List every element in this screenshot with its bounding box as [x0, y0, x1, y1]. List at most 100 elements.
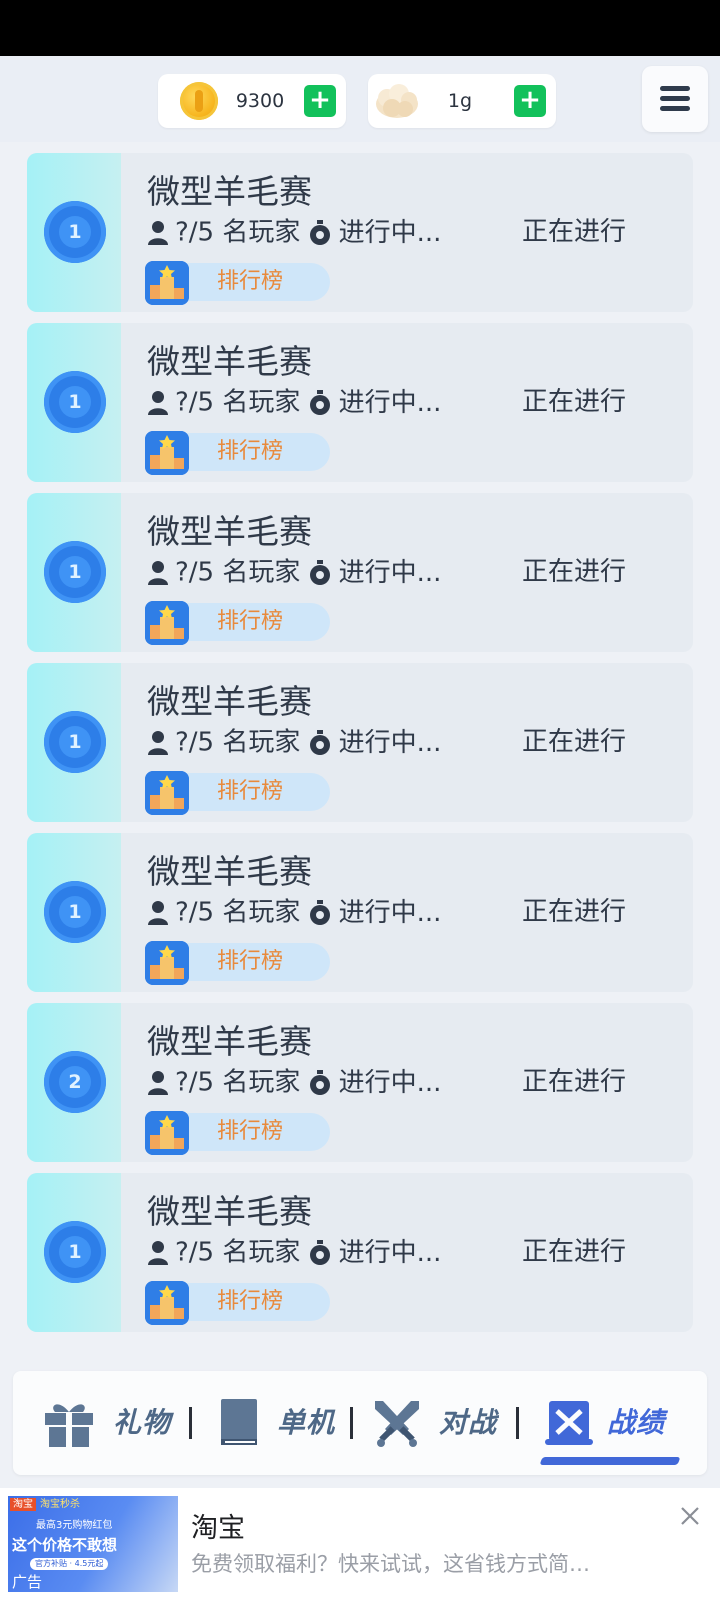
match-card[interactable]: 1 微型羊毛赛 ?/5 名玩家 进行中... 正在进行 排行榜 — [27, 493, 693, 652]
player-count: ?/5 名玩家 — [175, 897, 301, 928]
match-card[interactable]: 1 微型羊毛赛 ?/5 名玩家 进行中... 正在进行 排行榜 — [27, 153, 693, 312]
nav-divider — [350, 1407, 353, 1439]
match-status: 正在进行 — [522, 387, 627, 417]
rank-number: 2 — [59, 1066, 91, 1098]
rank-badge: 1 — [44, 371, 106, 433]
ad-image-small-text: 最高3元购物红包 — [36, 1520, 113, 1531]
match-meta: ?/5 名玩家 进行中... — [147, 555, 441, 589]
wool-counter: 1g + — [368, 74, 556, 128]
nav-item-battle[interactable]: 对战 — [365, 1371, 515, 1475]
hamburger-menu-icon — [660, 86, 690, 91]
leaderboard-button[interactable]: 排行榜 — [145, 941, 330, 985]
match-status: 正在进行 — [522, 897, 627, 927]
leaderboard-label: 排行榜 — [217, 439, 284, 464]
rank-badge: 1 — [44, 881, 106, 943]
match-card[interactable]: 1 微型羊毛赛 ?/5 名玩家 进行中... 正在进行 排行榜 — [27, 663, 693, 822]
player-count: ?/5 名玩家 — [175, 387, 301, 418]
podium-icon — [145, 431, 189, 475]
match-title: 微型羊毛赛 — [147, 342, 312, 381]
leaderboard-button[interactable]: 排行榜 — [145, 431, 330, 475]
leaderboard-label: 排行榜 — [217, 269, 284, 294]
match-meta: ?/5 名玩家 进行中... — [147, 895, 441, 929]
match-meta: ?/5 名玩家 进行中... — [147, 215, 441, 249]
stopwatch-icon — [309, 729, 330, 755]
rank-number: 1 — [59, 556, 91, 588]
card-rank-panel: 1 — [27, 663, 121, 822]
close-icon[interactable] — [676, 1502, 704, 1530]
rank-badge: 1 — [44, 201, 106, 263]
podium-icon — [145, 1111, 189, 1155]
card-rank-panel: 1 — [27, 493, 121, 652]
add-wool-button[interactable]: + — [514, 85, 546, 117]
ad-image-headline: 这个价格不敢想 — [12, 1536, 118, 1554]
ad-title[interactable]: 淘宝 — [191, 1506, 245, 1545]
player-count: ?/5 名玩家 — [175, 557, 301, 588]
match-title: 微型羊毛赛 — [147, 852, 312, 891]
leaderboard-button[interactable]: 排行榜 — [145, 1281, 330, 1325]
match-progress-text: 进行中... — [338, 557, 442, 588]
card-rank-panel: 1 — [27, 323, 121, 482]
rank-number: 1 — [59, 896, 91, 928]
leaderboard-button[interactable]: 排行榜 — [145, 601, 330, 645]
person-icon — [148, 900, 168, 925]
match-card[interactable]: 1 微型羊毛赛 ?/5 名玩家 进行中... 正在进行 排行榜 — [27, 1173, 693, 1332]
leaderboard-button[interactable]: 排行榜 — [145, 261, 330, 305]
leaderboard-label: 排行榜 — [217, 1119, 284, 1144]
rank-badge: 1 — [44, 541, 106, 603]
stopwatch-icon — [309, 219, 330, 245]
podium-icon — [145, 1281, 189, 1325]
match-meta: ?/5 名玩家 进行中... — [147, 725, 441, 759]
stopwatch-icon — [309, 1069, 330, 1095]
nav-label-gift: 礼物 — [113, 1406, 172, 1439]
match-meta: ?/5 名玩家 进行中... — [147, 1065, 441, 1099]
active-tab-indicator — [539, 1457, 681, 1465]
ad-description[interactable]: 免费领取福利？快来试试，这省钱方式简… — [191, 1548, 590, 1578]
match-status: 正在进行 — [522, 217, 627, 247]
podium-icon — [145, 941, 189, 985]
stopwatch-icon — [309, 389, 330, 415]
ad-image-pill: 官方补贴 · 4.5元起 — [30, 1558, 109, 1570]
nav-label-battle: 对战 — [439, 1406, 498, 1439]
match-meta: ?/5 名玩家 进行中... — [147, 385, 441, 419]
match-list[interactable]: 1 微型羊毛赛 ?/5 名玩家 进行中... 正在进行 排行榜 1 微型羊毛赛 ?/5 名玩家… — [0, 142, 720, 1338]
match-title: 微型羊毛赛 — [147, 1022, 312, 1061]
card-rank-panel: 1 — [27, 1173, 121, 1332]
card-rank-panel: 1 — [27, 833, 121, 992]
match-progress-text: 进行中... — [338, 387, 442, 418]
rank-badge: 1 — [44, 1221, 106, 1283]
ad-image-top-text: 淘宝秒杀 — [40, 1499, 80, 1510]
person-icon — [148, 390, 168, 415]
ad-banner[interactable]: 淘宝 淘宝秒杀 最高3元购物红包 这个价格不敢想 官方补贴 · 4.5元起 广告… — [0, 1488, 720, 1600]
podium-icon — [145, 601, 189, 645]
rank-number: 1 — [59, 726, 91, 758]
rank-badge: 2 — [44, 1051, 106, 1113]
book-icon — [221, 1399, 257, 1445]
rank-number: 1 — [59, 1236, 91, 1268]
ad-image[interactable]: 淘宝 淘宝秒杀 最高3元购物红包 这个价格不敢想 官方补贴 · 4.5元起 广告 — [8, 1496, 178, 1592]
rank-badge: 1 — [44, 711, 106, 773]
card-rank-panel: 1 — [27, 153, 121, 312]
leaderboard-label: 排行榜 — [217, 609, 284, 634]
card-rank-panel: 2 — [27, 1003, 121, 1162]
stopwatch-icon — [309, 1239, 330, 1265]
ad-image-tag: 淘宝 — [10, 1498, 36, 1511]
gift-icon — [45, 1404, 93, 1447]
match-progress-text: 进行中... — [338, 1067, 442, 1098]
match-progress-text: 进行中... — [338, 727, 442, 758]
person-icon — [148, 730, 168, 755]
crossed-swords-icon — [375, 1401, 419, 1447]
add-coins-button[interactable]: + — [304, 85, 336, 117]
player-count: ?/5 名玩家 — [175, 727, 301, 758]
nav-item-gift[interactable]: 礼物 — [35, 1371, 195, 1475]
match-card[interactable]: 1 微型羊毛赛 ?/5 名玩家 进行中... 正在进行排行榜 — [27, 833, 693, 992]
person-icon — [148, 220, 168, 245]
leaderboard-button[interactable]: 排行榜 — [145, 771, 330, 815]
ad-label: 广告 — [12, 1573, 43, 1591]
nav-item-single[interactable]: 单机 — [205, 1371, 355, 1475]
leaderboard-button[interactable]: 排行榜 — [145, 1111, 330, 1155]
match-title: 微型羊毛赛 — [147, 512, 312, 551]
match-card[interactable]: 1 微型羊毛赛 ?/5 名玩家 进行中... 正在进行排行榜 — [27, 323, 693, 482]
match-card[interactable]: 2 微型羊毛赛 ?/5 名玩家 进行中... 正在进行 排行榜 — [27, 1003, 693, 1162]
stopwatch-icon — [309, 559, 330, 585]
menu-button[interactable] — [642, 66, 708, 132]
